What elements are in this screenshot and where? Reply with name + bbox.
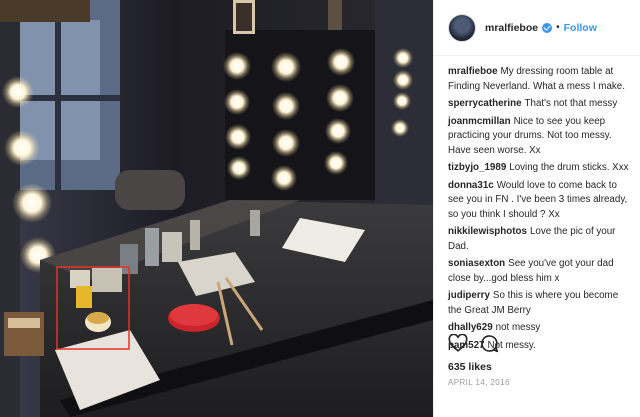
caption-username[interactable]: mralfieboe (448, 66, 498, 77)
comment-item: nikkilewisphotos Love the pic of your Dad… (448, 225, 630, 254)
likes-count[interactable]: 635 likes (448, 361, 492, 373)
post-actions (448, 334, 499, 353)
post-side-panel: mralfieboe • Follow mralfieboe My dressin… (433, 0, 640, 417)
comment-username[interactable]: dhally629 (448, 322, 493, 333)
comment-item: judiperry So this is where you become the… (448, 289, 630, 318)
comment-bubble-icon[interactable] (480, 334, 499, 353)
comment-item: sperrycatherine That's not that messy (448, 97, 630, 112)
comment-item: soniasexton See you've got your dad close… (448, 257, 630, 286)
follow-button[interactable]: Follow (564, 22, 597, 34)
comment-text: Loving the drum sticks. Xxx (509, 162, 629, 173)
comment-username[interactable]: judiperry (448, 290, 490, 301)
heart-icon[interactable] (448, 334, 468, 352)
separator-dot: • (556, 22, 560, 33)
comments-list: mralfieboe My dressing room table at Find… (434, 56, 640, 353)
post-date: APRIL 14, 2016 (448, 378, 510, 387)
comment-item: tizbyjo_1989 Loving the drum sticks. Xxx (448, 161, 630, 176)
comment-username[interactable]: donna31c (448, 180, 494, 191)
dressing-room-photo (0, 0, 433, 417)
post-photo[interactable] (0, 0, 433, 417)
post-header: mralfieboe • Follow (434, 0, 640, 56)
comment-username[interactable]: tizbyjo_1989 (448, 162, 506, 173)
header-username[interactable]: mralfieboe (485, 22, 538, 34)
comment-text: not messy (495, 322, 541, 333)
comment-item: donna31c Would love to come back to see y… (448, 179, 630, 223)
caption: mralfieboe My dressing room table at Find… (448, 65, 630, 94)
comment-username[interactable]: joanmcmillan (448, 116, 511, 127)
comment-text: That's not that messy (524, 98, 618, 109)
avatar[interactable] (448, 13, 476, 42)
comment-item: joanmcmillan Nice to see you keep practic… (448, 115, 630, 159)
comment-username[interactable]: sperrycatherine (448, 98, 522, 109)
comment-username[interactable]: nikkilewisphotos (448, 226, 527, 237)
comment-username[interactable]: soniasexton (448, 258, 505, 269)
verified-badge-icon (542, 22, 553, 33)
